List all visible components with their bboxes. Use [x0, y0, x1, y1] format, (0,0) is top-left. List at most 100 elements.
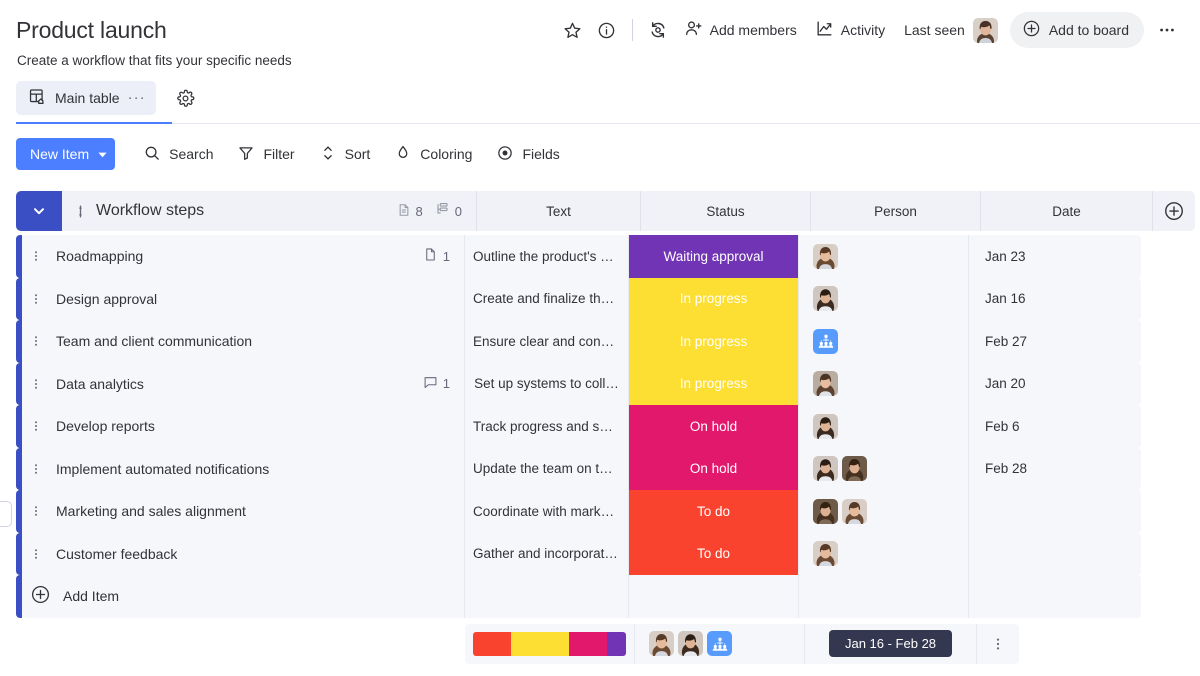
row-name-cell[interactable]: Marketing and sales alignment [50, 490, 465, 533]
avatar[interactable] [649, 631, 674, 656]
info-icon[interactable] [590, 13, 624, 47]
drag-handle-icon[interactable] [74, 204, 87, 219]
add-column-button[interactable] [1153, 191, 1195, 231]
row-text-cell[interactable]: Track progress and sh… [465, 405, 629, 448]
sync-icon[interactable] [641, 13, 675, 47]
row-menu-button[interactable] [22, 235, 50, 278]
team-avatar[interactable] [707, 631, 732, 656]
tab-main-table[interactable]: Main table ··· [16, 81, 156, 115]
activity-button[interactable]: Activity [806, 14, 894, 46]
status-segment[interactable] [607, 632, 626, 656]
row-person-cell[interactable] [799, 278, 969, 321]
row-date-cell[interactable] [969, 490, 1141, 533]
status-distribution-bar[interactable] [473, 632, 626, 656]
row-date-cell[interactable]: Feb 6 [969, 405, 1141, 448]
avatar[interactable] [813, 371, 838, 396]
group-collapse-toggle[interactable] [16, 191, 62, 231]
column-header-date[interactable]: Date [981, 191, 1153, 231]
fields-button[interactable]: Fields [486, 138, 569, 170]
search-button[interactable]: Search [133, 138, 223, 170]
row-menu-button[interactable] [22, 448, 50, 491]
status-badge[interactable]: On hold [629, 448, 798, 491]
row-person-cell[interactable] [799, 363, 969, 406]
row-text-cell[interactable]: Ensure clear and consi… [465, 320, 629, 363]
summary-menu-button[interactable] [977, 624, 1019, 664]
status-segment[interactable] [569, 632, 607, 656]
avatar[interactable] [813, 414, 838, 439]
row-text-cell[interactable]: Create and finalize the … [465, 278, 629, 321]
table-row[interactable]: Customer feedback Gather and incorporate… [16, 533, 1200, 576]
last-seen[interactable]: Last seen [904, 18, 998, 43]
sort-button[interactable]: Sort [309, 138, 381, 170]
row-name-cell[interactable]: Design approval [50, 278, 465, 321]
row-name-cell[interactable]: Roadmapping 1 [50, 235, 465, 278]
row-menu-button[interactable] [22, 490, 50, 533]
star-icon[interactable] [556, 13, 590, 47]
summary-avatars[interactable] [635, 631, 732, 656]
avatar[interactable] [813, 499, 838, 524]
row-person-cell[interactable] [799, 405, 969, 448]
row-date-cell[interactable]: Feb 28 [969, 448, 1141, 491]
row-date-cell[interactable]: Jan 23 [969, 235, 1141, 278]
row-menu-button[interactable] [22, 363, 50, 406]
row-hover-menu-handle[interactable] [0, 501, 12, 527]
add-to-board-button[interactable]: Add to board [1010, 12, 1144, 48]
status-badge[interactable]: Waiting approval [629, 235, 798, 278]
row-person-cell[interactable] [799, 448, 969, 491]
row-date-cell[interactable]: Jan 16 [969, 278, 1141, 321]
table-row[interactable]: Implement automated notifications Update… [16, 448, 1200, 491]
row-name-cell[interactable]: Implement automated notifications [50, 448, 465, 491]
row-menu-button[interactable] [22, 320, 50, 363]
column-header-status[interactable]: Status [641, 191, 811, 231]
tab-main-table-menu[interactable]: ··· [128, 94, 146, 102]
column-header-text[interactable]: Text [477, 191, 641, 231]
avatar[interactable] [813, 541, 838, 566]
row-status-cell[interactable]: To do [629, 533, 799, 576]
avatar[interactable] [678, 631, 703, 656]
row-text-cell[interactable]: Outline the product's vi… [465, 235, 629, 278]
row-date-cell[interactable]: Jan 20 [969, 363, 1141, 406]
row-name-cell[interactable]: Team and client communication [50, 320, 465, 363]
table-row[interactable]: Roadmapping 1 Outline the product's vi… … [16, 235, 1200, 278]
row-date-cell[interactable] [969, 533, 1141, 576]
avatar[interactable] [813, 456, 838, 481]
row-name-cell[interactable]: Customer feedback [50, 533, 465, 576]
row-name-cell[interactable]: Develop reports [50, 405, 465, 448]
row-menu-button[interactable] [22, 405, 50, 448]
row-person-cell[interactable] [799, 235, 969, 278]
summary-date-cell[interactable]: Jan 16 - Feb 28 [805, 624, 977, 664]
group-title[interactable]: Workflow steps [96, 202, 204, 220]
table-row[interactable]: Team and client communication Ensure cle… [16, 320, 1200, 363]
row-text-cell[interactable]: Gather and incorporate… [465, 533, 629, 576]
avatar[interactable] [813, 244, 838, 269]
add-members-button[interactable]: Add members [675, 14, 806, 46]
row-text-cell[interactable]: Coordinate with marke… [465, 490, 629, 533]
comment-icon-badge[interactable]: 1 [423, 375, 450, 393]
status-badge[interactable]: On hold [629, 405, 798, 448]
status-segment[interactable] [473, 632, 511, 656]
row-person-cell[interactable] [799, 320, 969, 363]
row-text-cell[interactable]: Update the team on ta… [465, 448, 629, 491]
row-text-cell[interactable]: Set up systems to coll… [465, 363, 629, 406]
column-header-person[interactable]: Person [811, 191, 981, 231]
status-badge[interactable]: In progress [629, 320, 798, 363]
gear-icon[interactable] [170, 82, 202, 114]
row-status-cell[interactable]: Waiting approval [629, 235, 799, 278]
row-person-cell[interactable] [799, 490, 969, 533]
avatar[interactable] [973, 18, 998, 43]
summary-status-cell[interactable] [465, 624, 635, 664]
status-badge[interactable]: In progress [629, 363, 798, 406]
add-item-row[interactable]: Add Item [16, 575, 1200, 618]
avatar[interactable] [813, 286, 838, 311]
row-menu-button[interactable] [22, 278, 50, 321]
table-row[interactable]: Design approval Create and finalize the … [16, 278, 1200, 321]
table-row[interactable]: Marketing and sales alignment Coordinate… [16, 490, 1200, 533]
team-avatar[interactable] [813, 329, 838, 354]
avatar[interactable] [842, 456, 867, 481]
table-row[interactable]: Data analytics 1 Set up systems to coll…… [16, 363, 1200, 406]
add-item-button[interactable]: Add Item [22, 575, 465, 618]
row-name-cell[interactable]: Data analytics 1 [50, 363, 465, 406]
new-item-button[interactable]: New Item [16, 138, 115, 170]
board-more-menu-button[interactable] [1150, 13, 1184, 47]
row-status-cell[interactable]: In progress [629, 278, 799, 321]
